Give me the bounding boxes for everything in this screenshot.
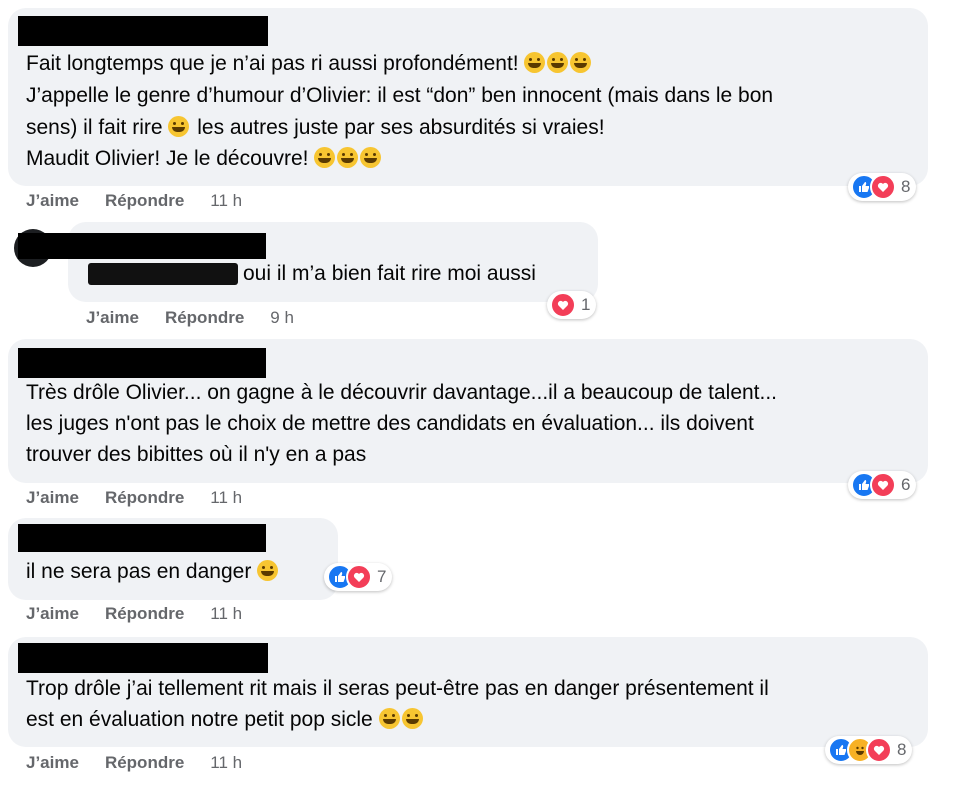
like-button[interactable]: J’aime bbox=[26, 753, 79, 773]
love-icon bbox=[870, 472, 896, 498]
comment-actions: J’aime Répondre 11 h bbox=[26, 191, 268, 211]
rofl-emoji-icon bbox=[378, 708, 400, 729]
like-button[interactable]: J’aime bbox=[26, 488, 79, 508]
smiling-face-emoji-icon bbox=[257, 560, 279, 581]
comment-text-line: est en évaluation notre petit pop sicle bbox=[26, 704, 425, 736]
like-button[interactable]: J’aime bbox=[86, 308, 139, 328]
redacted-author-name bbox=[18, 643, 268, 673]
timestamp[interactable]: 9 h bbox=[270, 308, 294, 328]
timestamp[interactable]: 11 h bbox=[210, 488, 242, 508]
rofl-emoji-icon bbox=[401, 708, 423, 729]
comment-text-line: les juges n'ont pas le choix de mettre d… bbox=[26, 412, 754, 435]
redacted-author-name bbox=[18, 233, 266, 259]
reaction-count: 8 bbox=[901, 177, 911, 196]
timestamp[interactable]: 11 h bbox=[210, 191, 242, 211]
comment-text-line: Maudit Olivier! Je le découvre! bbox=[26, 143, 383, 175]
reaction-count: 6 bbox=[901, 475, 911, 494]
timestamp[interactable]: 11 h bbox=[210, 753, 242, 773]
redacted-author-name bbox=[18, 16, 268, 46]
comment-actions: J’aime Répondre 11 h bbox=[26, 488, 268, 508]
reply-button[interactable]: Répondre bbox=[165, 308, 244, 328]
comment-actions: J’aime Répondre 11 h bbox=[26, 604, 268, 624]
rofl-emoji-icon bbox=[360, 147, 382, 168]
reaction-summary[interactable]: 6 bbox=[848, 471, 917, 499]
rofl-emoji-icon bbox=[168, 116, 190, 137]
comment-actions: J’aime Répondre 9 h bbox=[86, 308, 320, 328]
grinning-sweat-emoji-icon bbox=[524, 52, 546, 73]
reaction-count: 7 bbox=[377, 567, 387, 586]
reaction-summary[interactable]: 7 bbox=[324, 563, 393, 591]
comment-actions: J’aime Répondre 11 h bbox=[26, 753, 268, 773]
laughing-tears-emoji-icon bbox=[547, 52, 569, 73]
like-button[interactable]: J’aime bbox=[26, 604, 79, 624]
grinning-sweat-emoji-icon bbox=[314, 147, 336, 168]
comment-text-line: Trop drôle j’ai tellement rit mais il se… bbox=[26, 677, 769, 700]
laughing-tears-emoji-icon bbox=[337, 147, 359, 168]
reaction-count: 1 bbox=[581, 295, 591, 314]
reaction-summary[interactable]: 8 bbox=[848, 173, 917, 201]
rofl-emoji-icon bbox=[570, 52, 592, 73]
reaction-summary[interactable]: 1 bbox=[547, 291, 597, 319]
timestamp[interactable]: 11 h bbox=[210, 604, 242, 624]
comment-text-line: oui il m’a bien fait rire moi aussi bbox=[243, 262, 536, 285]
redacted-author-name bbox=[18, 524, 266, 552]
reaction-summary[interactable]: 8 bbox=[825, 736, 913, 764]
redacted-author-name bbox=[18, 348, 266, 378]
reply-button[interactable]: Répondre bbox=[105, 604, 184, 624]
love-icon bbox=[550, 292, 576, 318]
love-icon bbox=[346, 564, 372, 590]
comment-text-line: sens) il fait rire les autres juste par … bbox=[26, 116, 605, 139]
comment-text-line: trouver des bibittes où il n'y en a pas bbox=[26, 443, 367, 466]
comment-text-line: Fait longtemps que je n’ai pas ri aussi … bbox=[26, 48, 593, 80]
comment-text-line: Très drôle Olivier... on gagne à le déco… bbox=[26, 381, 778, 404]
reaction-count: 8 bbox=[897, 740, 907, 759]
love-icon bbox=[866, 737, 892, 763]
like-button[interactable]: J’aime bbox=[26, 191, 79, 211]
love-icon bbox=[870, 174, 896, 200]
comment-text-line: J’appelle le genre d’humour d’Olivier: i… bbox=[26, 84, 774, 107]
comment-text-line: il ne sera pas en danger bbox=[26, 556, 280, 588]
reply-button[interactable]: Répondre bbox=[105, 488, 184, 508]
reply-button[interactable]: Répondre bbox=[105, 191, 184, 211]
reply-button[interactable]: Répondre bbox=[105, 753, 184, 773]
redacted-mention bbox=[88, 263, 238, 285]
